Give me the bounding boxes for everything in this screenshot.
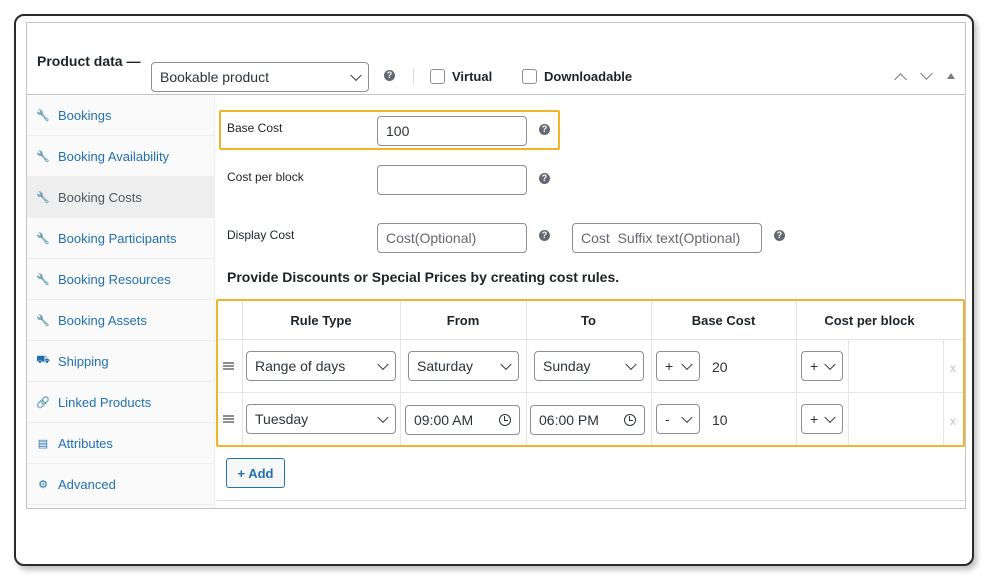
add-rule-button[interactable]: + Add [226, 458, 285, 488]
tab-booking-participants[interactable]: 🔧 Booking Participants [27, 218, 215, 259]
tab-label: Bookings [58, 107, 112, 123]
product-data-tabs: 🔧 Bookings 🔧 Booking Availability 🔧 Book… [27, 95, 215, 508]
help-icon[interactable]: ? [539, 230, 550, 241]
tab-booking-assets[interactable]: 🔧 Booking Assets [27, 300, 215, 341]
cost-per-block-input[interactable] [377, 165, 527, 195]
cost-rules-title: Provide Discounts or Special Prices by c… [227, 269, 620, 285]
product-type-select[interactable]: Bookable product [151, 62, 369, 92]
list-icon: ▤ [37, 437, 49, 450]
cost-suffix-input[interactable]: Cost Suffix text(Optional) [572, 223, 762, 253]
tab-bookings[interactable]: 🔧 Bookings [27, 95, 215, 136]
tab-label: Booking Resources [58, 271, 171, 287]
tab-booking-costs[interactable]: 🔧 Booking Costs [27, 177, 215, 218]
toggle-panel-icon[interactable] [947, 73, 955, 79]
help-icon[interactable]: ? [774, 230, 785, 241]
downloadable-checkbox[interactable] [522, 69, 537, 84]
product-data-title: Product data — [37, 53, 141, 69]
move-down-icon[interactable] [920, 67, 933, 80]
gear-icon: ⚙ [38, 478, 48, 491]
tab-label: Booking Assets [58, 312, 147, 328]
cost-per-block-label: Cost per block [227, 170, 304, 184]
help-icon[interactable]: ? [539, 124, 550, 135]
tab-label: Booking Availability [58, 148, 170, 164]
tab-advanced[interactable]: ⚙ Advanced [27, 464, 215, 505]
base-cost-value: 100 [386, 123, 410, 139]
product-data-panel: Product data — Bookable product ? Virtua… [26, 22, 966, 509]
tab-booking-resources[interactable]: 🔧 Booking Resources [27, 259, 215, 300]
cost-suffix-placeholder: Cost Suffix text(Optional) [581, 230, 741, 246]
move-up-icon[interactable] [894, 73, 907, 86]
display-cost-label: Display Cost [227, 228, 295, 242]
tab-attributes[interactable]: ▤ Attributes [27, 423, 215, 464]
tab-linked-products[interactable]: 🔗 Linked Products [27, 382, 215, 423]
tab-shipping[interactable]: ⛟ Shipping [27, 341, 215, 382]
base-cost-label: Base Cost [227, 121, 283, 135]
tab-label: Advanced [58, 476, 116, 492]
header-divider [413, 68, 414, 85]
help-icon[interactable]: ? [384, 70, 395, 81]
truck-icon: ⛟ [36, 354, 50, 366]
tab-label: Attributes [58, 435, 113, 451]
product-data-header: Product data — Bookable product ? Virtua… [27, 23, 965, 95]
wrench-icon: 🔧 [36, 150, 50, 163]
tab-label: Shipping [58, 353, 109, 369]
display-cost-input[interactable]: Cost(Optional) [377, 223, 527, 253]
downloadable-label: Downloadable [544, 69, 633, 84]
tab-label: Booking Costs [58, 189, 142, 205]
table-footer-divider [216, 500, 965, 501]
wrench-icon: 🔧 [36, 191, 50, 204]
wrench-icon: 🔧 [36, 314, 50, 327]
display-cost-placeholder: Cost(Optional) [386, 230, 477, 246]
wrench-icon: 🔧 [36, 273, 50, 286]
wrench-icon: 🔧 [36, 232, 50, 245]
chevron-down-icon [350, 69, 362, 82]
tab-label: Linked Products [58, 394, 152, 410]
link-icon: 🔗 [36, 396, 50, 409]
base-cost-input[interactable]: 100 [377, 116, 527, 146]
screenshot-frame: Product data — Bookable product ? Virtua… [14, 14, 974, 566]
virtual-checkbox[interactable] [430, 69, 445, 84]
product-type-value: Bookable product [160, 69, 269, 85]
cost-rules-highlight [216, 299, 965, 447]
tab-label: Booking Participants [58, 230, 177, 246]
tab-booking-availability[interactable]: 🔧 Booking Availability [27, 136, 215, 177]
virtual-label: Virtual [452, 69, 493, 84]
wrench-icon: 🔧 [36, 109, 50, 122]
help-icon[interactable]: ? [539, 173, 550, 184]
